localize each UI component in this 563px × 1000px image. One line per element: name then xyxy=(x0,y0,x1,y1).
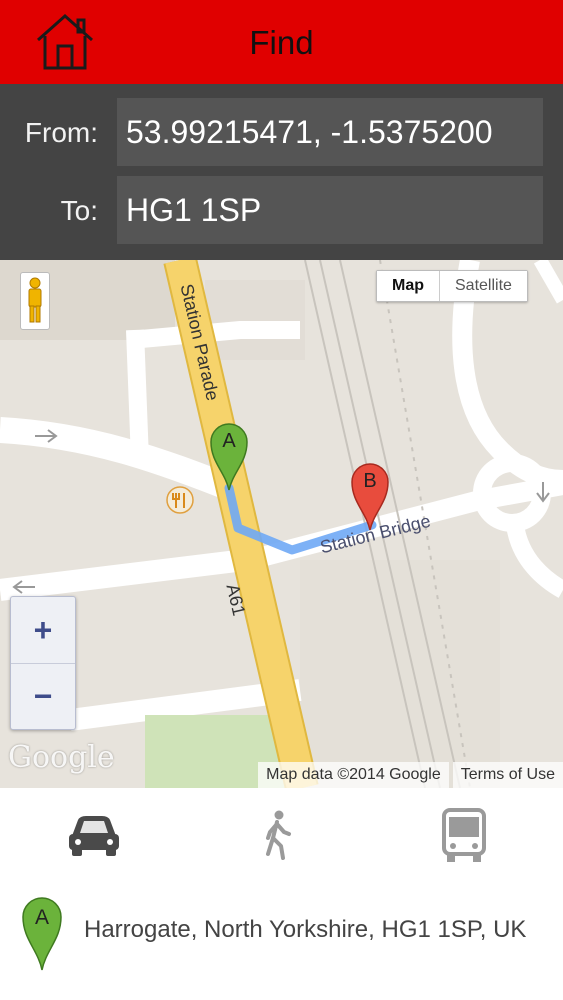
marker-a-label: A xyxy=(222,430,236,452)
result-marker-label: A xyxy=(34,906,49,929)
pegman-icon xyxy=(28,277,42,323)
google-logo: Google xyxy=(8,740,115,775)
zoom-out-button[interactable]: − xyxy=(11,663,75,729)
from-row: From: 53.99215471, -1.5375200 xyxy=(0,98,563,166)
to-label: To: xyxy=(60,195,98,226)
to-row: To: HG1 1SP xyxy=(0,176,563,244)
zoom-control: + − xyxy=(10,596,76,730)
travel-mode-bus-button[interactable] xyxy=(434,808,494,864)
from-label: From: xyxy=(24,117,98,148)
map-canvas xyxy=(0,260,563,788)
zoom-in-button[interactable]: + xyxy=(11,597,75,663)
page-title: Find xyxy=(249,24,314,61)
route-marker-b[interactable]: B xyxy=(350,462,390,532)
header-bar: Find xyxy=(0,0,563,84)
result-list-item[interactable]: A Harrogate, North Yorkshire, HG1 1SP, U… xyxy=(0,888,563,1000)
route-marker-a[interactable]: A xyxy=(209,422,249,492)
to-input[interactable]: HG1 1SP xyxy=(117,176,543,244)
car-icon xyxy=(69,816,119,856)
travel-mode-walk-button[interactable] xyxy=(248,808,308,864)
map-attribution: Map data ©2014 Google Terms of Use xyxy=(258,762,563,788)
map-type-map-button[interactable]: Map xyxy=(377,271,440,301)
map-type-satellite-button[interactable]: Satellite xyxy=(440,271,527,301)
map-data-attribution: Map data ©2014 Google xyxy=(258,762,449,788)
marker-b-label: B xyxy=(363,470,377,492)
result-marker: A xyxy=(21,896,63,972)
result-address: Harrogate, North Yorkshire, HG1 1SP, UK xyxy=(84,916,527,943)
walk-icon xyxy=(266,810,291,860)
terms-of-use-link[interactable]: Terms of Use xyxy=(452,762,563,788)
app-screen: Find From: 53.99215471, -1.5375200 To: H… xyxy=(0,0,563,1000)
bus-icon xyxy=(442,808,486,862)
street-view-pegman[interactable] xyxy=(20,272,50,330)
travel-mode-bar xyxy=(0,788,563,888)
route-form: From: 53.99215471, -1.5375200 To: HG1 1S… xyxy=(0,84,563,260)
map-view[interactable]: Station Parade A61 Station Bridge Map Sa… xyxy=(0,260,563,788)
travel-mode-car-button[interactable] xyxy=(64,808,124,864)
map-type-control: Map Satellite xyxy=(376,270,528,302)
from-input[interactable]: 53.99215471, -1.5375200 xyxy=(117,98,543,166)
